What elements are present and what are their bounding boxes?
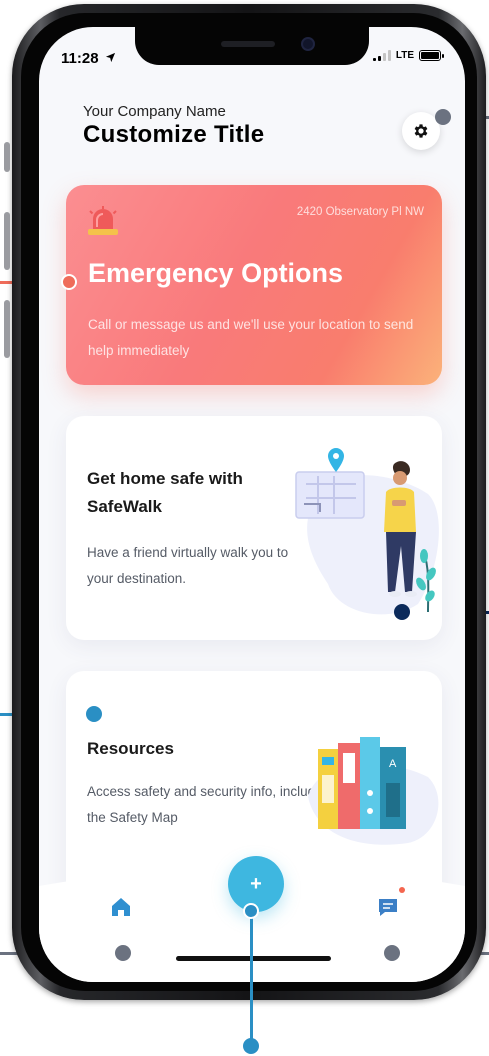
- resources-illustration: A: [308, 737, 439, 845]
- safewalk-illustration: [295, 448, 439, 615]
- siren-icon: [88, 206, 118, 235]
- signal-icon: [372, 50, 391, 61]
- chat-notification-dot: [399, 887, 405, 893]
- callout-dot-add-bottom: [243, 1038, 259, 1054]
- volume-up-button: [4, 212, 10, 270]
- network-label: LTE: [395, 50, 414, 61]
- home-indicator[interactable]: [176, 956, 331, 961]
- callout-dot-chat: [384, 945, 400, 961]
- callout-dot-settings: [435, 109, 451, 125]
- callout-dot-resources: [86, 706, 102, 722]
- front-camera: [301, 37, 315, 51]
- callout-dot-safewalk: [394, 604, 410, 620]
- callout-dot-emergency: [61, 274, 77, 290]
- app-screen: 11:28 LTE Your Company Name Customize Ti…: [39, 27, 465, 982]
- callout-dot-home: [115, 945, 131, 961]
- gear-icon: [414, 124, 428, 138]
- home-icon[interactable]: [109, 895, 133, 919]
- emergency-options-card[interactable]: 2420 Observatory Pl NW Emergency Options…: [66, 185, 442, 385]
- safewalk-card[interactable]: Get home safe with SafeWalk Have a frien…: [66, 416, 442, 640]
- plus-icon: +: [250, 872, 262, 895]
- page-title: Customize Title: [83, 121, 265, 148]
- emergency-title: Emergency Options: [88, 258, 344, 288]
- battery-icon: [419, 50, 444, 61]
- current-address: 2420 Observatory Pl NW: [296, 206, 424, 218]
- mute-switch: [4, 142, 10, 172]
- status-indicators: LTE: [372, 50, 444, 61]
- status-time: 11:28: [61, 50, 116, 67]
- callout-dot-add-top: [243, 903, 259, 919]
- chat-icon[interactable]: [376, 895, 400, 919]
- callout-line-add: [250, 910, 253, 1050]
- earpiece-speaker: [221, 41, 275, 47]
- location-arrow-icon: [105, 52, 115, 63]
- add-button[interactable]: +: [228, 856, 284, 912]
- volume-down-button: [4, 300, 10, 358]
- notch: [135, 27, 369, 65]
- company-name: Your Company Name: [83, 103, 226, 120]
- emergency-description: Call or message us and we'll use your lo…: [88, 317, 414, 358]
- resources-title: Resources: [87, 739, 174, 758]
- safewalk-title: Get home safe with SafeWalk: [87, 469, 243, 516]
- svg-text:A: A: [389, 758, 397, 770]
